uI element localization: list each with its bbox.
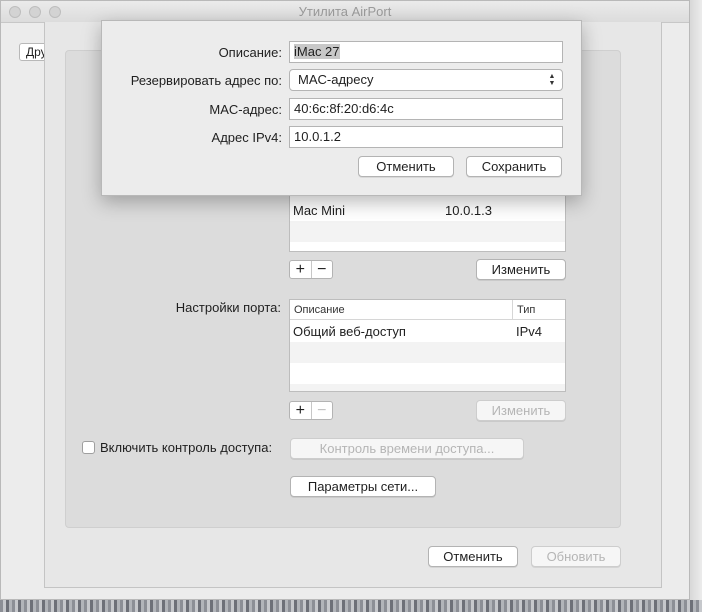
mac-address-label: MAC-адрес: xyxy=(209,102,282,117)
mac-address-value: 40:6c:8f:20:d6:4c xyxy=(294,101,394,116)
table-row[interactable]: Общий веб-доступ IPv4 xyxy=(290,321,565,342)
port-settings-label: Настройки порта: xyxy=(175,300,281,315)
port-type: IPv4 xyxy=(516,324,543,339)
remove-reservation-button[interactable]: − xyxy=(310,261,333,278)
update-button: Обновить xyxy=(531,546,621,567)
remove-port-button: − xyxy=(310,402,333,419)
mac-address-field[interactable]: 40:6c:8f:20:d6:4c xyxy=(289,98,563,120)
cancel-button[interactable]: Отменить xyxy=(428,546,518,567)
description-label: Описание: xyxy=(218,45,282,60)
column-type-header[interactable]: Тип xyxy=(517,304,535,316)
port-description: Общий веб-доступ xyxy=(293,324,406,339)
reservation-ip: 10.0.1.3 xyxy=(445,203,492,218)
reserve-by-label: Резервировать адрес по: xyxy=(130,73,282,88)
add-reservation-button[interactable]: + xyxy=(290,261,311,278)
port-settings-table: Описание Тип Общий веб-доступ IPv4 xyxy=(289,299,566,392)
table-header: Описание Тип xyxy=(290,300,565,320)
column-divider xyxy=(512,300,513,319)
table-row[interactable]: Mac Mini 10.0.1.3 xyxy=(290,200,565,221)
timed-access-button: Контроль времени доступа... xyxy=(290,438,524,459)
desktop-dock-strip xyxy=(0,600,702,612)
dialog-save-button[interactable]: Сохранить xyxy=(466,156,562,177)
column-description-header[interactable]: Описание xyxy=(294,304,345,316)
background-window-edge xyxy=(690,0,702,600)
edit-reservation-button[interactable]: Изменить xyxy=(476,259,566,280)
window-title: Утилита AirPort xyxy=(298,4,392,19)
reserve-by-value: MAC-адресу xyxy=(298,72,374,87)
description-value: iMac 27 xyxy=(294,44,340,59)
reserve-by-select[interactable]: MAC-адресу ▲ ▼ xyxy=(289,69,563,91)
dialog-cancel-button[interactable]: Отменить xyxy=(358,156,454,177)
table-row-empty xyxy=(290,221,565,242)
access-control-label: Включить контроль доступа: xyxy=(100,440,273,455)
reservation-edit-dialog: Описание: iMac 27 Резервировать адрес по… xyxy=(101,20,582,196)
edit-port-button: Изменить xyxy=(476,400,566,421)
ipv4-address-field[interactable]: 10.0.1.2 xyxy=(289,126,563,148)
reservations-add-remove: + − xyxy=(289,260,333,279)
reservation-name: Mac Mini xyxy=(293,203,346,218)
ports-add-remove: + − xyxy=(289,401,333,420)
ipv4-address-label: Адрес IPv4: xyxy=(211,130,282,145)
table-row-empty xyxy=(290,342,565,363)
add-port-button[interactable]: + xyxy=(290,402,311,419)
network-options-button[interactable]: Параметры сети... xyxy=(290,476,436,497)
chevron-up-down-icon: ▲ ▼ xyxy=(548,73,556,87)
access-control-checkbox[interactable] xyxy=(82,441,95,454)
description-field[interactable]: iMac 27 xyxy=(289,41,563,63)
table-row-empty xyxy=(290,384,565,391)
ipv4-address-value: 10.0.1.2 xyxy=(294,129,341,144)
